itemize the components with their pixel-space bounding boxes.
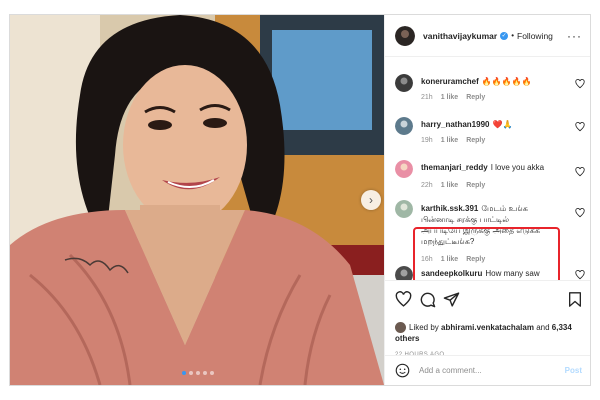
comment-text: sandeepkolkuru How many saw (421, 268, 571, 279)
comment-meta: 19h 1 like Reply (421, 137, 485, 144)
comment-likes[interactable]: 1 like (441, 94, 459, 101)
verified-badge-icon: ✓ (500, 31, 509, 40)
post-photo[interactable]: › (10, 15, 384, 385)
share-icon[interactable] (443, 291, 460, 308)
smiley-icon[interactable] (395, 363, 410, 378)
comment-username[interactable]: koneruramchef (421, 77, 479, 86)
comment-meta: 21h 1 like Reply (421, 94, 485, 101)
more-options-icon[interactable]: ··· (567, 29, 582, 43)
comment-username[interactable]: harry_nathan1990 (421, 120, 489, 129)
comment-item: sandeepkolkuru How many saw (395, 266, 585, 280)
comment-like-heart-icon[interactable] (575, 270, 585, 280)
liked-by-prefix: Liked by (409, 323, 439, 332)
comment-time: 21h (421, 94, 433, 101)
action-icons-row (395, 291, 583, 309)
comment-like-heart-icon[interactable] (575, 122, 585, 132)
commenter-avatar[interactable] (395, 160, 413, 178)
commenter-avatar[interactable] (395, 200, 413, 218)
liker-username[interactable]: abhirami.venkatachalam (441, 323, 534, 332)
comment-item: harry_nathan1990 ❤️🙏 19h 1 like Reply (395, 117, 585, 157)
commenter-avatar[interactable] (395, 117, 413, 135)
carousel-dot (210, 371, 214, 375)
comment-time: 19h (421, 137, 433, 144)
heart-icon[interactable] (395, 291, 412, 308)
post-header: vanithavijaykumar ✓ • Following ··· (385, 15, 590, 57)
commenter-avatar[interactable] (395, 74, 413, 92)
commenter-avatar[interactable] (395, 266, 413, 280)
author-username[interactable]: vanithavijaykumar (423, 31, 497, 41)
header-separator: • (511, 31, 514, 40)
comment-time: 22h (421, 182, 433, 189)
carousel-dot (182, 371, 186, 375)
comment-message: I love you akka (490, 163, 545, 172)
reply-button[interactable]: Reply (466, 94, 485, 101)
liked-by-and: and (536, 323, 550, 332)
bookmark-icon[interactable] (567, 291, 583, 308)
following-button[interactable]: Following (517, 31, 553, 41)
comment-message: How many saw (485, 269, 540, 278)
post-side-panel: vanithavijaykumar ✓ • Following ··· kone… (384, 15, 590, 385)
comment-text: themanjari_reddy I love you akka (421, 162, 571, 173)
comment-text: koneruramchef 🔥🔥🔥🔥🔥 (421, 76, 571, 87)
comment-like-heart-icon[interactable] (575, 79, 585, 89)
photo-illustration (10, 15, 384, 385)
author-avatar[interactable] (395, 25, 415, 46)
comment-like-heart-icon[interactable] (575, 167, 585, 177)
carousel-dot (189, 371, 193, 375)
comment-meta: 22h 1 like Reply (421, 182, 485, 189)
comment-like-heart-icon[interactable] (575, 208, 585, 218)
comment-item: koneruramchef 🔥🔥🔥🔥🔥 21h 1 like Reply (395, 74, 585, 114)
comment-text: harry_nathan1990 ❤️🙏 (421, 119, 571, 130)
comment-icon[interactable] (419, 291, 436, 308)
comment-username[interactable]: themanjari_reddy (421, 163, 488, 172)
comment-username[interactable]: karthik.ssk.391 (421, 204, 478, 213)
add-comment-bar: Post (385, 355, 590, 385)
next-photo-button[interactable]: › (361, 190, 381, 210)
comment-item: themanjari_reddy I love you akka 22h 1 li… (395, 160, 585, 200)
liker-avatar (395, 322, 406, 334)
carousel-indicator (182, 371, 214, 375)
reply-button[interactable]: Reply (466, 137, 485, 144)
add-comment-input[interactable] (419, 366, 559, 375)
comment-username[interactable]: sandeepkolkuru (421, 269, 482, 278)
comment-likes[interactable]: 1 like (441, 182, 459, 189)
comment-message: 🔥🔥🔥🔥🔥 (481, 77, 532, 86)
carousel-dot (196, 371, 200, 375)
instagram-post-window: › vanithavijaykumar ✓ • Following ··· ko… (9, 14, 591, 386)
liked-by-summary: Liked by abhirami.venkatachalam and 6,33… (395, 322, 585, 344)
comment-message: ❤️🙏 (492, 120, 513, 129)
comments-list[interactable]: koneruramchef 🔥🔥🔥🔥🔥 21h 1 like Reply harr… (385, 58, 590, 280)
comment-likes[interactable]: 1 like (441, 137, 459, 144)
reply-button[interactable]: Reply (466, 182, 485, 189)
post-comment-button[interactable]: Post (565, 366, 582, 375)
carousel-dot (203, 371, 207, 375)
